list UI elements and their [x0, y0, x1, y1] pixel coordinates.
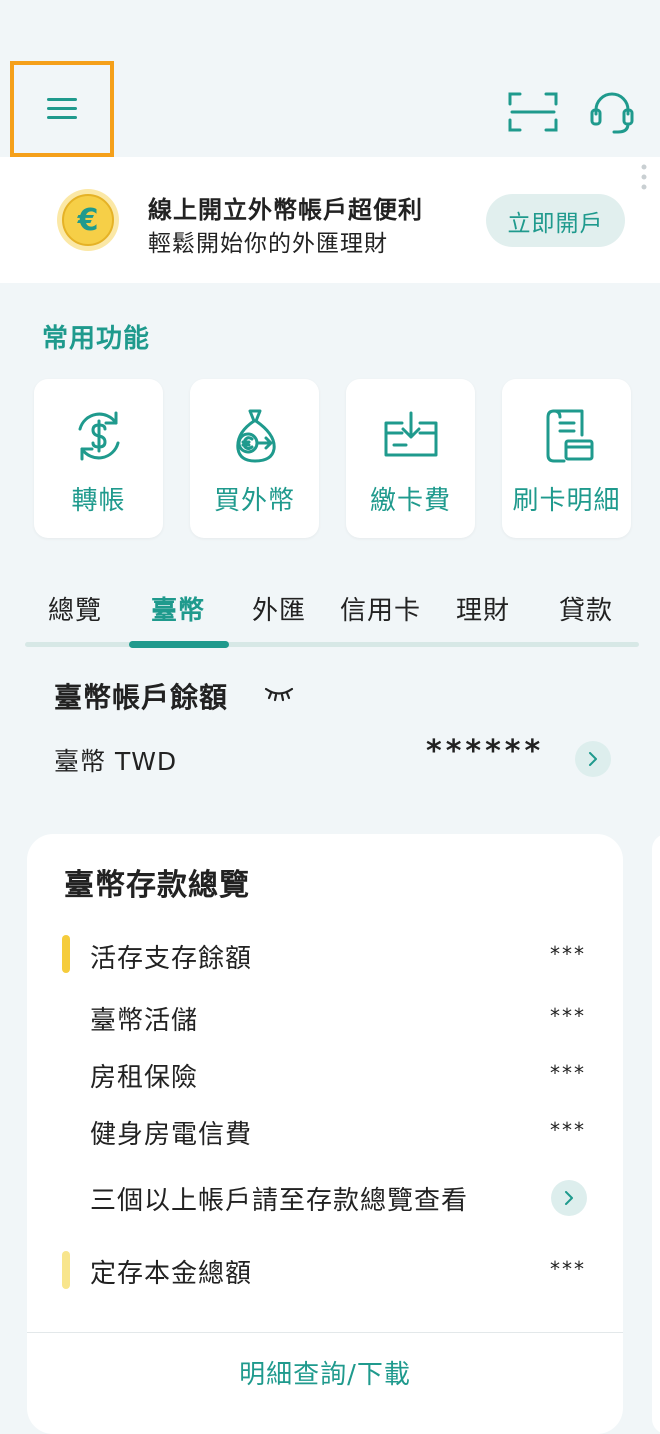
demand-deposit-marker: [62, 935, 70, 973]
row-rent-insurance-value: ***: [550, 1061, 586, 1085]
row-demand-deposit-label: 活存支存餘額: [90, 944, 253, 974]
quick-pay-card-bill-label: 繳卡費: [369, 486, 451, 516]
scan-icon[interactable]: [508, 92, 558, 132]
quick-transfer-label: 轉帳: [71, 486, 126, 516]
open-account-button[interactable]: 立即開戶: [486, 194, 625, 247]
tab-loan[interactable]: 貸款: [559, 590, 613, 627]
dollar-transfer-icon: [78, 411, 120, 461]
top-bar: [0, 0, 660, 157]
balance-amount: ******: [426, 734, 545, 769]
row-twd-savings-value: ***: [550, 1004, 586, 1028]
deposit-overview-title: 臺幣存款總覽: [64, 868, 250, 903]
promo-title: 線上開立外幣帳戶超便利: [148, 196, 423, 224]
row-more-accounts-label[interactable]: 三個以上帳戶請至存款總覽查看: [90, 1180, 468, 1217]
row-gym-telecom-value: ***: [550, 1118, 586, 1142]
tab-credit-card[interactable]: 信用卡: [340, 590, 421, 627]
row-twd-savings-label[interactable]: 臺幣活儲: [90, 1000, 198, 1037]
hamburger-icon: [47, 98, 77, 119]
tab-track: [25, 642, 639, 647]
time-deposit-marker: [62, 1251, 70, 1289]
balance-title: 臺幣帳戶餘額: [54, 681, 229, 714]
quick-functions-title: 常用功能: [42, 324, 151, 354]
tab-active-indicator: [129, 641, 229, 648]
quick-card-statement-label: 刷卡明細: [512, 486, 621, 516]
more-options-icon[interactable]: [641, 164, 647, 190]
svg-text:€: €: [77, 203, 99, 238]
euro-coin-icon: €: [57, 189, 119, 251]
row-time-deposit-label: 定存本金總額: [90, 1259, 253, 1289]
customer-service-headset-icon[interactable]: [588, 88, 636, 136]
row-demand-deposit-value: ***: [550, 942, 586, 966]
eye-closed-icon[interactable]: [264, 686, 294, 702]
card-divider: [27, 1332, 623, 1333]
receipt-card-icon: [546, 409, 594, 463]
row-gym-telecom-label[interactable]: 健身房電信費: [90, 1114, 252, 1151]
balance-currency: 臺幣 TWD: [54, 747, 178, 776]
chevron-right-icon: [565, 1191, 573, 1205]
tab-forex[interactable]: 外匯: [252, 590, 306, 627]
tab-overview[interactable]: 總覽: [48, 590, 102, 627]
detail-query-download-link[interactable]: 明細查詢/下載: [27, 1354, 623, 1391]
menu-button[interactable]: [10, 61, 114, 157]
balance-detail-button[interactable]: [575, 741, 611, 777]
row-rent-insurance-label[interactable]: 房租保險: [90, 1057, 198, 1094]
promo-subtitle: 輕鬆開始你的外匯理財: [148, 231, 388, 257]
card-payment-icon: [384, 411, 438, 457]
tab-wealth[interactable]: 理財: [456, 590, 510, 627]
chevron-right-icon: [589, 752, 597, 766]
quick-buy-currency-label: 買外幣: [213, 486, 295, 516]
next-card-peek: [652, 834, 660, 1434]
more-accounts-button[interactable]: [551, 1180, 587, 1216]
currency-exchange-bag-icon: [236, 409, 276, 463]
row-time-deposit-value: ***: [550, 1257, 586, 1281]
tab-twd[interactable]: 臺幣: [151, 590, 205, 627]
